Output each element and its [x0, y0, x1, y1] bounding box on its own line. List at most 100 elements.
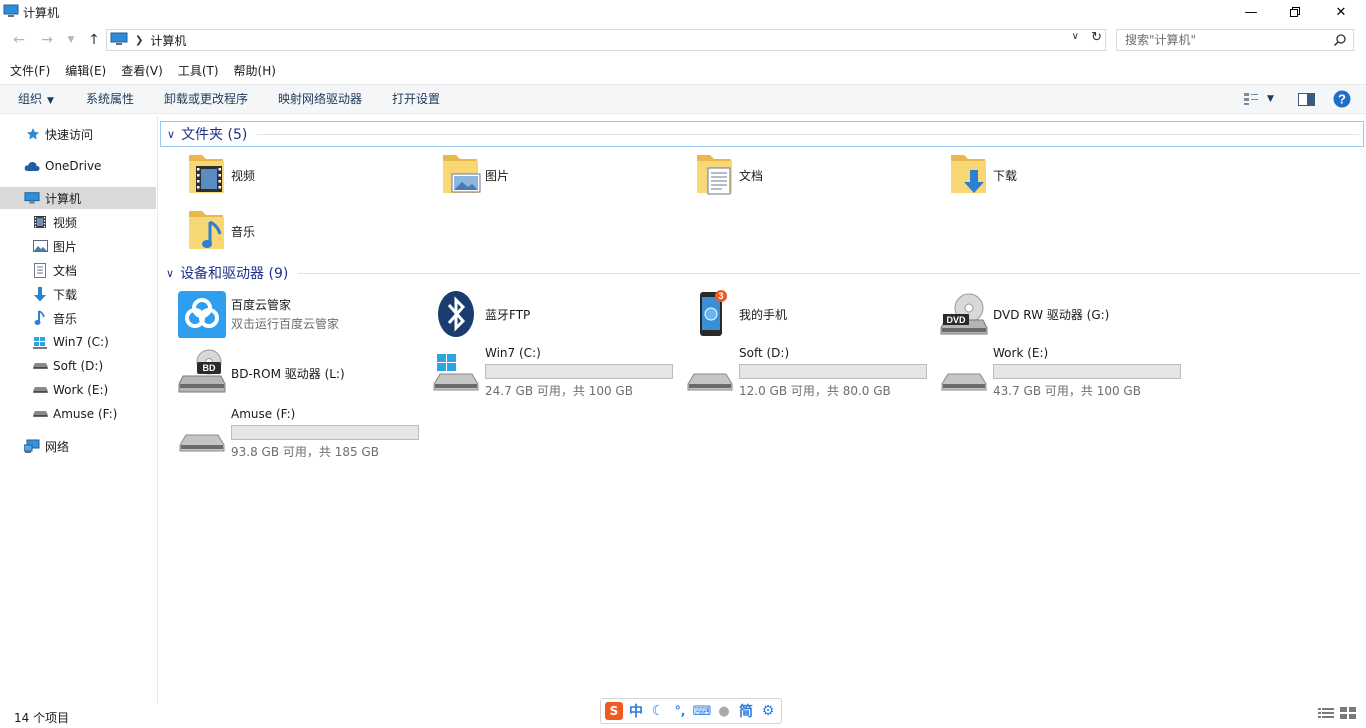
minimize-button[interactable]: — — [1228, 0, 1274, 24]
menu-tools[interactable]: 工具(T) — [173, 61, 224, 81]
folder-name: 音乐 — [231, 225, 256, 239]
drive-space-info: 93.8 GB 可用，共 185 GB — [231, 445, 379, 459]
folder-name: 图片 — [485, 169, 510, 183]
hard-drive-icon — [176, 407, 228, 459]
download-arrow-icon — [32, 286, 48, 302]
drive-space-info: 12.0 GB 可用，共 80.0 GB — [739, 384, 891, 398]
sidebar-item-drive-d[interactable]: Soft (D:) — [0, 355, 156, 377]
folder-videos[interactable]: 视频 — [180, 148, 420, 200]
restore-button[interactable] — [1272, 0, 1318, 24]
sidebar-item-drive-e[interactable]: Work (E:) — [0, 379, 156, 401]
bluetooth-icon — [430, 288, 482, 340]
recent-locations-button[interactable]: ▼ — [61, 30, 81, 50]
sidebar-item-label: 网络 — [45, 439, 70, 454]
back-button[interactable]: ← — [9, 30, 29, 50]
drive-space-info: 24.7 GB 可用，共 100 GB — [485, 384, 633, 398]
ime-toolbar: S 中 ☾ °, ⌨ ● 简 ⚙ — [600, 698, 782, 724]
chevron-right-icon: ❯ — [135, 34, 144, 46]
sidebar-item-computer[interactable]: 计算机 — [0, 187, 156, 209]
group-header-devices[interactable]: ∨ 设备和驱动器 (9) — [160, 260, 1364, 286]
hard-drive-icon — [32, 406, 48, 422]
sogou-logo-icon[interactable]: S — [605, 702, 623, 720]
address-bar[interactable]: ❯ 计算机 ∨ ↻ — [106, 29, 1106, 51]
sidebar-item-network[interactable]: 网络 — [0, 435, 156, 457]
sidebar-item-downloads[interactable]: 下载 — [0, 283, 156, 305]
drive-e[interactable]: Work (E:) 43.7 GB 可用，共 100 GB — [938, 346, 1188, 398]
open-settings-button[interactable]: 打开设置 — [392, 85, 440, 113]
chevron-down-icon[interactable]: ∨ — [167, 128, 175, 141]
forward-button[interactable]: → — [37, 30, 57, 50]
search-icon[interactable] — [1333, 33, 1347, 50]
device-my-phone[interactable]: 3 我的手机 — [684, 288, 924, 340]
menu-edit[interactable]: 编辑(E) — [60, 61, 111, 81]
uninstall-program-button[interactable]: 卸载或更改程序 — [164, 85, 248, 113]
chevron-down-icon[interactable]: ∨ — [166, 267, 174, 280]
sidebar-item-drive-c[interactable]: Win7 (C:) — [0, 331, 156, 353]
keyboard-icon[interactable]: ⌨ — [693, 702, 712, 720]
sidebar-item-music[interactable]: 音乐 — [0, 307, 156, 329]
breadcrumb[interactable]: 计算机 — [150, 32, 186, 49]
drive-name: Amuse (F:) — [231, 407, 296, 421]
menu-bar: 文件(F) 编辑(E) 查看(V) 工具(T) 帮助(H) — [0, 61, 281, 81]
change-view-button[interactable]: ▼ — [1243, 89, 1274, 109]
user-icon[interactable]: ● — [715, 702, 733, 720]
device-name: 百度云管家 — [231, 298, 292, 312]
up-button[interactable]: ↑ — [84, 30, 104, 50]
ime-language-toggle[interactable]: 中 — [627, 702, 645, 720]
sidebar-item-videos[interactable]: 视频 — [0, 211, 156, 233]
device-name: 我的手机 — [739, 308, 788, 322]
gear-icon[interactable]: ⚙ — [759, 702, 777, 720]
device-baidu-cloud[interactable]: 百度云管家 双击运行百度云管家 — [176, 288, 426, 340]
help-button[interactable]: ? — [1333, 89, 1351, 109]
refresh-icon[interactable]: ↻ — [1091, 30, 1102, 45]
view-toggles — [1318, 707, 1356, 722]
map-network-drive-button[interactable]: 映射网络驱动器 — [278, 85, 362, 113]
group-header-folders[interactable]: ∨ 文件夹 (5) — [160, 121, 1364, 147]
search-input[interactable] — [1125, 33, 1330, 47]
folder-music[interactable]: 音乐 — [180, 204, 420, 256]
preview-pane-button[interactable] — [1298, 89, 1315, 109]
drive-c[interactable]: Win7 (C:) 24.7 GB 可用，共 100 GB — [430, 346, 680, 398]
windows-drive-icon — [430, 346, 482, 398]
drive-name: Work (E:) — [993, 346, 1049, 360]
system-properties-button[interactable]: 系统属性 — [86, 85, 134, 113]
device-bluetooth-ftp[interactable]: 蓝牙FTP — [430, 288, 670, 340]
document-icon — [32, 262, 48, 278]
menu-file[interactable]: 文件(F) — [5, 61, 55, 81]
organize-label: 组织 — [18, 92, 43, 106]
network-icon — [24, 438, 40, 454]
document-folder-icon — [688, 148, 740, 200]
device-dvd-drive[interactable]: DVD DVD RW 驱动器 (G:) — [938, 288, 1188, 340]
menu-help[interactable]: 帮助(H) — [229, 61, 281, 81]
search-box[interactable] — [1116, 29, 1354, 51]
hard-drive-icon — [32, 358, 48, 374]
folder-name: 视频 — [231, 169, 256, 183]
sidebar-item-onedrive[interactable]: OneDrive — [0, 155, 156, 177]
chevron-down-icon[interactable]: ∨ — [1072, 31, 1079, 42]
organize-button[interactable]: 组织 ▼ — [18, 85, 54, 115]
drive-f[interactable]: Amuse (F:) 93.8 GB 可用，共 185 GB — [176, 407, 426, 459]
sidebar-item-label: Win7 (C:) — [53, 335, 109, 349]
drive-d[interactable]: Soft (D:) 12.0 GB 可用，共 80.0 GB — [684, 346, 934, 398]
tiles-view-icon[interactable] — [1340, 707, 1356, 722]
device-bd-rom-drive[interactable]: BD BD-ROM 驱动器 (L:) — [176, 346, 426, 398]
sidebar-item-drive-f[interactable]: Amuse (F:) — [0, 403, 156, 425]
star-icon — [25, 126, 41, 142]
preview-pane-icon — [1298, 92, 1315, 106]
sidebar-item-pictures[interactable]: 图片 — [0, 235, 156, 257]
ime-simplified-toggle[interactable]: 简 — [737, 702, 755, 720]
folder-pictures[interactable]: 图片 — [434, 148, 674, 200]
address-row: ← → ▼ ↑ ❯ 计算机 ∨ ↻ — [0, 28, 1366, 52]
folder-downloads[interactable]: 下载 — [942, 148, 1182, 200]
menu-view[interactable]: 查看(V) — [116, 61, 168, 81]
moon-icon[interactable]: ☾ — [649, 702, 667, 720]
details-view-icon[interactable] — [1318, 707, 1334, 722]
punctuation-icon[interactable]: °, — [671, 702, 689, 720]
sidebar-item-quick-access[interactable]: 快速访问 — [0, 123, 156, 145]
computer-icon — [110, 32, 128, 49]
notification-badge: 3 — [718, 291, 723, 301]
folder-documents[interactable]: 文档 — [688, 148, 928, 200]
music-note-icon — [32, 310, 48, 326]
sidebar-item-documents[interactable]: 文档 — [0, 259, 156, 281]
close-button[interactable]: ✕ — [1318, 0, 1364, 24]
